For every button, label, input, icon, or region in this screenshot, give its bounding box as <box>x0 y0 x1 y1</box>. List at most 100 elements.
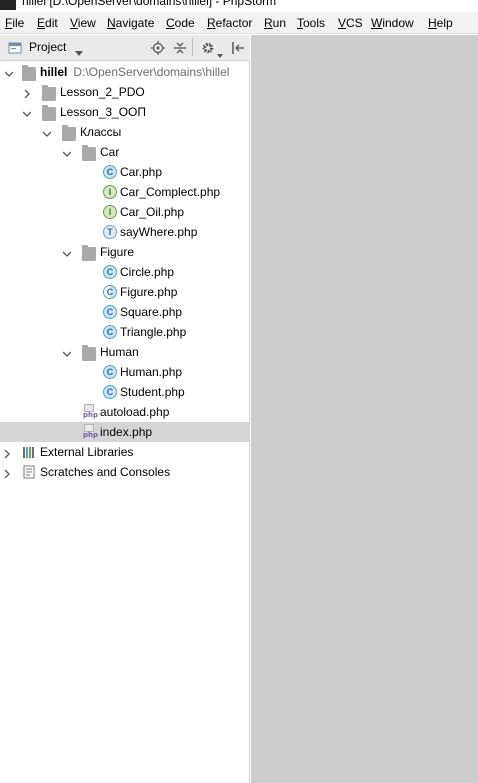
tree-label: Human.php <box>120 365 183 379</box>
tree-node-root[interactable]: hillel D:\OpenServer\domains\hillel <box>0 62 250 82</box>
editor-area[interactable] <box>251 35 478 783</box>
tree-node-car-complect[interactable]: I Car_Complect.php <box>0 182 250 202</box>
tree-node-human-php[interactable]: C Human.php <box>0 362 250 382</box>
title-bar: hillel [D:\OpenServer\domains\hillel] - … <box>0 0 478 12</box>
root-folder-label: hillel <box>40 65 68 79</box>
root-folder-path: D:\OpenServer\domains\hillel <box>73 65 230 79</box>
tree-label: External Libraries <box>40 445 134 459</box>
tree-label: Circle.php <box>120 265 175 279</box>
tree-node-figure[interactable]: Figure <box>0 242 250 262</box>
tree-label: Triangle.php <box>120 325 187 339</box>
chevron-right-icon[interactable] <box>3 467 11 479</box>
tree-node-lesson2[interactable]: Lesson_2_PDO <box>0 82 250 102</box>
tree-label: Car.php <box>120 165 163 179</box>
php-class-icon: C <box>103 325 117 339</box>
tree-label: Square.php <box>120 305 183 319</box>
chevron-down-icon[interactable] <box>22 107 32 117</box>
folder-icon <box>42 85 56 101</box>
chevron-down-icon[interactable] <box>62 247 72 257</box>
chevron-right-icon[interactable] <box>3 447 11 459</box>
folder-icon <box>62 125 76 141</box>
menu-run[interactable]: Run <box>264 16 286 30</box>
tree-label: Student.php <box>120 385 185 399</box>
menu-refactor[interactable]: Refactor <box>207 16 252 30</box>
tree-node-car[interactable]: Car <box>0 142 250 162</box>
php-class-icon: C <box>103 365 117 379</box>
menu-edit[interactable]: Edit <box>37 16 58 30</box>
tree-label: index.php <box>100 425 153 439</box>
tree-node-triangle[interactable]: C Triangle.php <box>0 322 250 342</box>
menu-tools[interactable]: Tools <box>297 16 325 30</box>
project-tree: hillel D:\OpenServer\domains\hillel Lesso… <box>0 61 250 783</box>
settings-gear-icon[interactable] <box>201 41 215 58</box>
project-toolwindow-header: Project <box>0 35 250 61</box>
php-file-icon: php <box>83 404 98 420</box>
folder-icon <box>82 345 96 361</box>
hide-panel-icon[interactable] <box>231 41 245 58</box>
dropdown-arrow-icon[interactable] <box>75 45 83 59</box>
tree-label: autoload.php <box>100 405 170 419</box>
chevron-down-icon[interactable] <box>62 147 72 157</box>
tree-node-scratches[interactable]: Scratches and Consoles <box>0 462 250 482</box>
tree-node-external-libraries[interactable]: External Libraries <box>0 442 250 462</box>
php-class-icon: C <box>103 385 117 399</box>
php-class-icon: C <box>103 265 117 279</box>
php-interface-icon: I <box>103 185 117 199</box>
tree-label: Figure <box>100 245 135 259</box>
tree-node-square[interactable]: C Square.php <box>0 302 250 322</box>
menu-navigate[interactable]: Navigate <box>107 16 154 30</box>
settings-dropdown-arrow-icon[interactable] <box>217 47 223 61</box>
tree-node-figure-php[interactable]: C Figure.php <box>0 282 250 302</box>
tree-label: Human <box>100 345 139 359</box>
menu-file[interactable]: File <box>5 16 24 30</box>
menu-help[interactable]: Help <box>428 16 453 30</box>
tree-label: Car_Complect.php <box>120 185 221 199</box>
tree-label: sayWhere.php <box>120 225 198 239</box>
tree-node-human[interactable]: Human <box>0 342 250 362</box>
tree-node-autoload[interactable]: php autoload.php <box>0 402 250 422</box>
php-file-icon: php <box>83 424 98 440</box>
tree-node-circle[interactable]: C Circle.php <box>0 262 250 282</box>
tree-node-lesson3[interactable]: Lesson_3_OOП <box>0 102 250 122</box>
folder-icon <box>82 145 96 161</box>
tree-node-saywhere[interactable]: T sayWhere.php <box>0 222 250 242</box>
tree-node-index[interactable]: php index.php <box>0 422 250 442</box>
collapse-all-icon[interactable] <box>173 41 187 58</box>
php-interface-icon: I <box>103 205 117 219</box>
window-title: hillel [D:\OpenServer\domains\hillel] - … <box>22 0 277 8</box>
phpstorm-app-icon <box>0 0 16 10</box>
tree-label: Car <box>100 145 120 159</box>
tree-label: Figure.php <box>120 285 178 299</box>
chevron-right-icon[interactable] <box>23 87 31 99</box>
menu-window[interactable]: Window <box>371 16 414 30</box>
tree-node-car-php[interactable]: C Car.php <box>0 162 250 182</box>
menu-view[interactable]: View <box>70 16 96 30</box>
chevron-down-icon[interactable] <box>42 127 52 137</box>
tree-label: Scratches and Consoles <box>40 465 171 479</box>
chevron-down-icon[interactable] <box>4 67 14 77</box>
menu-vcs[interactable]: VCS <box>338 16 363 30</box>
menu-code[interactable]: Code <box>166 16 195 30</box>
tree-node-klassy[interactable]: Классы <box>0 122 250 142</box>
tree-node-student[interactable]: C Student.php <box>0 382 250 402</box>
folder-icon <box>82 245 96 261</box>
menu-bar: File Edit View Navigate Code Refactor Ru… <box>0 12 478 34</box>
folder-icon <box>42 105 56 121</box>
tree-label: Lesson_3_OOП <box>60 105 147 119</box>
php-class-icon: C <box>103 165 117 179</box>
header-divider <box>192 38 193 56</box>
tree-label: Car_Oil.php <box>120 205 185 219</box>
scratches-icon <box>22 465 36 479</box>
php-class-icon: C <box>103 305 117 319</box>
project-view-icon <box>8 41 22 58</box>
php-trait-icon: T <box>103 225 117 239</box>
tree-node-car-oil[interactable]: I Car_Oil.php <box>0 202 250 222</box>
php-abstract-class-icon: C <box>103 285 117 299</box>
chevron-down-icon[interactable] <box>62 347 72 357</box>
folder-icon <box>22 65 36 81</box>
locate-file-icon[interactable] <box>151 41 165 58</box>
tree-label: Классы <box>80 125 122 139</box>
tree-label: Lesson_2_PDO <box>60 85 145 99</box>
project-view-selector[interactable]: Project <box>29 40 66 54</box>
library-icon <box>22 445 36 459</box>
